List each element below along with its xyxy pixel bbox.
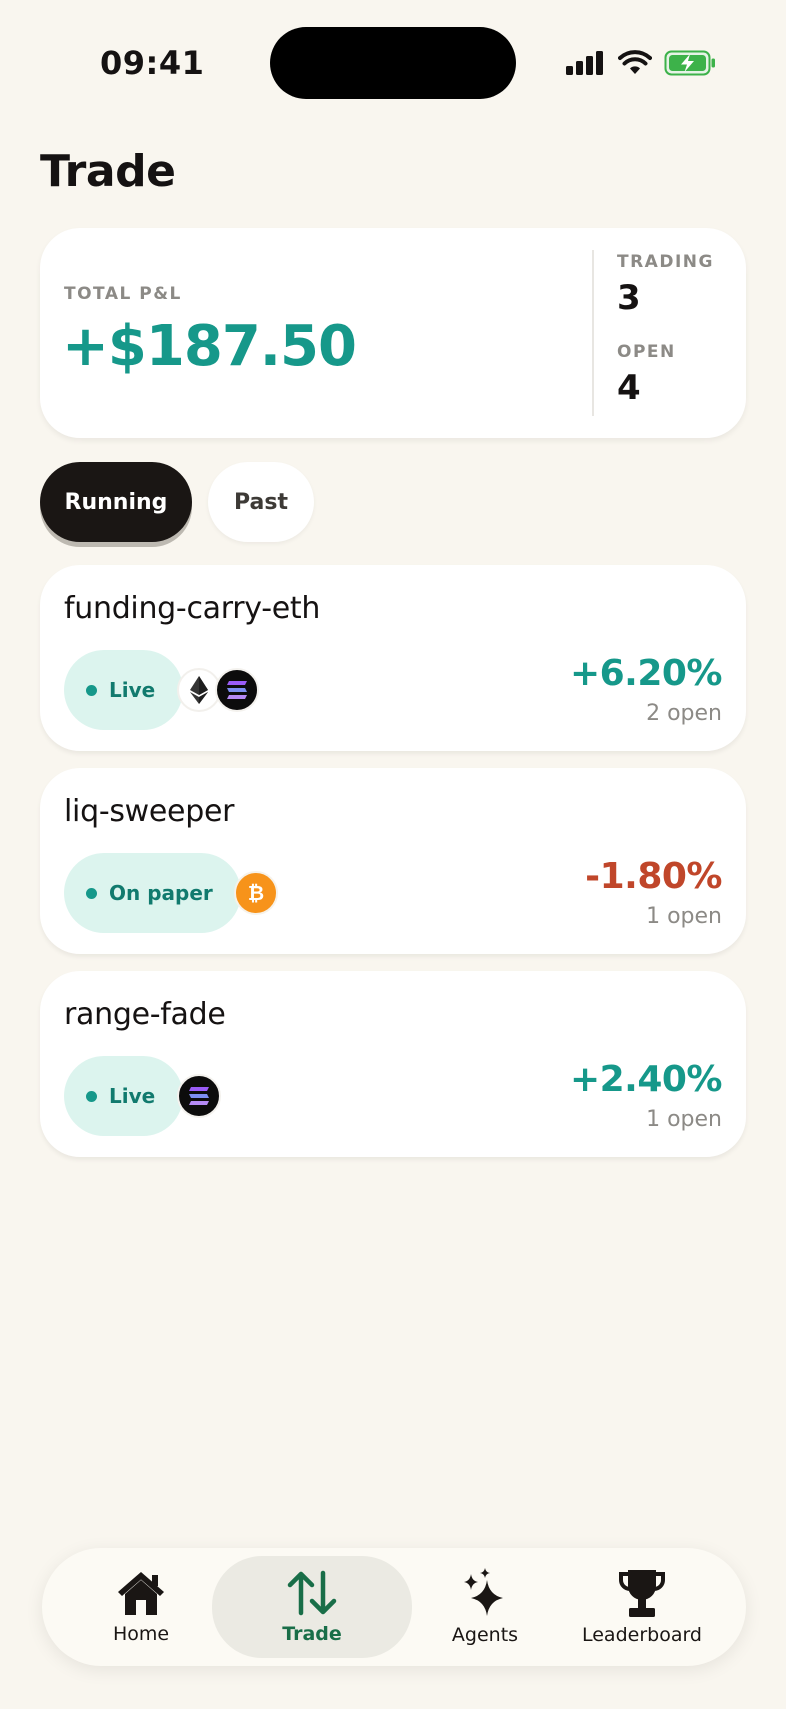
change-percent: -1.80%: [585, 856, 722, 897]
open-label: OPEN: [617, 342, 676, 362]
change-percent: +2.40%: [569, 1059, 723, 1100]
nav-label: Trade: [282, 1623, 342, 1645]
home-icon: [118, 1572, 164, 1615]
coin-list: [177, 1074, 221, 1118]
strategy-name: liq-sweeper: [64, 794, 235, 829]
wifi-icon: [618, 50, 652, 74]
coin-list: [177, 668, 259, 712]
open-positions: 2 open: [646, 701, 722, 726]
status-time: 09:41: [100, 44, 205, 82]
trophy-icon: [619, 1570, 665, 1617]
status-icons: [566, 50, 716, 76]
strategy-card-liq-sweeper[interactable]: liq-sweeper On paper ₿ -1.80% 1 open: [40, 768, 746, 954]
status-dot-icon: [86, 1090, 97, 1102]
mode-badge: On paper: [64, 853, 241, 933]
tab-running[interactable]: Running: [40, 462, 192, 542]
nav-agents[interactable]: Agents: [420, 1548, 550, 1666]
signal-icon: [566, 51, 603, 75]
mode-badge: Live: [64, 1056, 184, 1136]
open-positions: 1 open: [646, 904, 722, 929]
nav-home[interactable]: Home: [80, 1548, 202, 1666]
coin-list: ₿: [234, 871, 278, 915]
strategy-name: range-fade: [64, 997, 226, 1032]
total-pnl-value: +$187.50: [62, 314, 357, 379]
mode-label: Live: [109, 1084, 156, 1108]
nav-trade[interactable]: Trade: [212, 1556, 412, 1658]
status-bar: 09:41: [0, 0, 786, 130]
trading-count: 3: [617, 278, 641, 318]
mode-badge: Live: [64, 650, 184, 730]
page-title: Trade: [40, 146, 176, 197]
trading-label: TRADING: [617, 252, 714, 272]
nav-label: Agents: [451, 1624, 519, 1646]
sparkles-icon: [464, 1568, 503, 1616]
mode-label: Live: [109, 678, 156, 702]
strategy-card-funding-carry-eth[interactable]: funding-carry-eth Live +6.20% 2 open: [40, 565, 746, 751]
battery-charging-icon: [664, 50, 715, 76]
change-percent: +6.20%: [569, 653, 723, 694]
bottom-nav: Home Trade Agents Leaderboard: [42, 1548, 746, 1666]
btc-icon: ₿: [234, 871, 278, 915]
status-dot-icon: [86, 684, 97, 696]
strategy-name: funding-carry-eth: [64, 591, 321, 626]
dynamic-island: [270, 27, 516, 99]
pnl-summary-card: TOTAL P&L +$187.50 TRADING 3 OPEN 4: [40, 228, 746, 438]
mode-label: On paper: [109, 881, 213, 905]
nav-leaderboard[interactable]: Leaderboard: [562, 1548, 722, 1666]
open-count: 4: [617, 368, 641, 408]
nav-label: Home: [112, 1623, 170, 1645]
card-divider: [592, 250, 594, 416]
strategy-card-range-fade[interactable]: range-fade Live +2.40% 1 open: [40, 971, 746, 1157]
total-pnl-label: TOTAL P&L: [64, 284, 182, 304]
nav-label: Leaderboard: [581, 1624, 702, 1646]
sol-icon: [215, 668, 259, 712]
trade-screen: 09:41 Trade TOTAL P&L +$187.50 TRADING 3…: [0, 0, 786, 1709]
status-dot-icon: [86, 887, 97, 899]
trade-arrows-icon: [287, 1570, 337, 1616]
open-positions: 1 open: [646, 1107, 722, 1132]
tab-past[interactable]: Past: [208, 462, 314, 542]
sol-icon: [177, 1074, 221, 1118]
